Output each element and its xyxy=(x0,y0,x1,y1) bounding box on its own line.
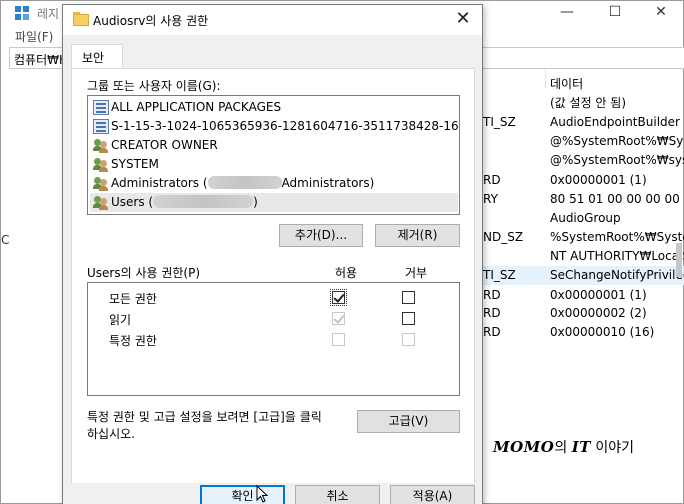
dialog-title-bar[interactable]: Audiosrv의 사용 권한 ✕ xyxy=(63,5,482,35)
app-packages-icon xyxy=(93,100,109,115)
redacted-name xyxy=(153,195,254,208)
permissions-label: Users의 사용 권한(P) xyxy=(87,266,201,280)
dialog-title: Audiosrv의 사용 권한 xyxy=(93,14,209,28)
user-entry-text: Users () xyxy=(111,195,258,209)
security-panel: 그룹 또는 사용자 이름(G): ALL APPLICATION PACKAGE… xyxy=(71,68,475,504)
permissions-table: 모든 권한 읽기 특정 권한 xyxy=(87,282,460,396)
redacted-name xyxy=(207,176,282,189)
ok-button[interactable]: 확인 xyxy=(200,485,285,504)
tree-fragment: C xyxy=(1,233,10,247)
mouse-cursor-icon xyxy=(256,485,268,503)
advanced-button[interactable]: 고급(V) xyxy=(357,410,460,433)
table-row: 특정 권한 xyxy=(88,330,459,350)
permission-name: 모든 권한 xyxy=(109,292,157,306)
close-icon[interactable]: ✕ xyxy=(452,8,474,30)
key-tree-pane[interactable] xyxy=(9,69,63,504)
value-row[interactable]: AudioGroup xyxy=(483,209,684,228)
tab-security[interactable]: 보안 xyxy=(71,44,123,69)
table-row: 모든 권한 xyxy=(88,288,459,308)
watermark-brand: MOMO xyxy=(493,438,555,456)
table-row: 읽기 xyxy=(88,309,459,329)
user-group-icon xyxy=(93,176,109,191)
list-item[interactable]: ALL APPLICATION PACKAGES xyxy=(90,98,458,117)
list-item[interactable]: CREATOR OWNER xyxy=(90,136,458,155)
user-entry-text: Administrators (Administrators) xyxy=(111,176,375,190)
list-item[interactable]: SYSTEM xyxy=(90,155,458,174)
list-item-selected[interactable]: Users () xyxy=(90,193,458,212)
watermark-it: IT xyxy=(571,438,591,456)
advanced-hint: 특정 권한 및 고급 설정을 보려면 [고급]을 클릭 하십시오. xyxy=(87,410,322,441)
value-row[interactable]: RD 0x00000010 (16) xyxy=(483,323,684,342)
watermark-tail: 이야기 xyxy=(595,440,634,456)
allow-header: 허용 xyxy=(335,266,358,280)
user-group-icon xyxy=(93,138,109,153)
tab-strip: 보안 xyxy=(63,35,482,69)
dialog-footer: 확인 취소 적용(A) xyxy=(63,483,482,504)
column-header-data[interactable]: 데이터 xyxy=(550,75,583,92)
close-icon[interactable]: ✕ xyxy=(651,3,671,21)
deny-special-checkbox[interactable] xyxy=(402,333,415,346)
list-item[interactable]: Administrators (Administrators) xyxy=(90,174,458,193)
minimize-icon[interactable]: — xyxy=(557,3,577,21)
scrollbar-thumb[interactable] xyxy=(676,243,682,277)
menu-file[interactable]: 파일(F) xyxy=(15,28,53,45)
value-row-selected[interactable]: TI_SZ SeChangeNotifyPrivilege xyxy=(483,266,684,285)
apply-button[interactable]: 적용(A) xyxy=(390,485,475,504)
deny-read-checkbox[interactable] xyxy=(402,312,415,325)
group-users-label: 그룹 또는 사용자 이름(G): xyxy=(87,79,221,93)
value-row[interactable]: @%SystemRoot%₩Syste xyxy=(483,132,684,151)
permission-name: 특정 권한 xyxy=(109,334,157,348)
allow-special-checkbox[interactable] xyxy=(332,333,345,346)
value-row[interactable]: @%SystemRoot%₩syste xyxy=(483,151,684,170)
value-row[interactable]: RD 0x00000002 (2) xyxy=(483,304,684,323)
registry-window-title: 레지 xyxy=(37,7,60,21)
maximize-icon[interactable]: ☐ xyxy=(605,3,625,21)
watermark: MOMO의 IT 이야기 xyxy=(493,437,634,457)
user-list[interactable]: ALL APPLICATION PACKAGES S-1-15-3-1024-1… xyxy=(87,95,460,215)
value-row[interactable]: RY 80 51 01 00 00 00 00 C xyxy=(483,190,684,209)
cancel-button[interactable]: 취소 xyxy=(295,485,380,504)
user-group-icon xyxy=(93,195,109,210)
remove-button[interactable]: 제거(R) xyxy=(375,224,460,247)
user-group-icon xyxy=(93,157,109,172)
list-item[interactable]: S-1-15-3-1024-1065365936-1281604716-3511… xyxy=(90,117,458,136)
app-packages-icon xyxy=(93,119,109,134)
deny-header: 거부 xyxy=(405,266,428,280)
value-row[interactable]: NT AUTHORITY₩LocalSe xyxy=(483,247,684,266)
column-separator xyxy=(545,69,546,89)
permissions-dialog: Audiosrv의 사용 권한 ✕ 보안 그룹 또는 사용자 이름(G): AL… xyxy=(62,4,483,504)
value-row[interactable]: RD 0x00000001 (1) xyxy=(483,171,684,190)
value-row[interactable]: ND_SZ%SystemRoot%₩System xyxy=(483,228,684,247)
value-row[interactable]: (값 설정 안 됨) xyxy=(483,94,684,113)
value-row[interactable]: TI_SZAudioEndpointBuilder Rp xyxy=(483,113,684,132)
address-text: 컴퓨터₩H xyxy=(14,53,69,67)
allow-read-checkbox[interactable] xyxy=(332,312,345,325)
registry-app-icon xyxy=(15,6,29,20)
allow-full-control-checkbox[interactable] xyxy=(330,289,347,306)
value-row[interactable]: RD 0x00000001 (1) xyxy=(483,286,684,305)
deny-full-control-checkbox[interactable] xyxy=(402,291,415,304)
watermark-mid: 의 xyxy=(554,440,568,456)
permission-name: 읽기 xyxy=(109,313,132,327)
folder-icon xyxy=(73,12,89,26)
add-button[interactable]: 추가(D)... xyxy=(279,224,363,247)
